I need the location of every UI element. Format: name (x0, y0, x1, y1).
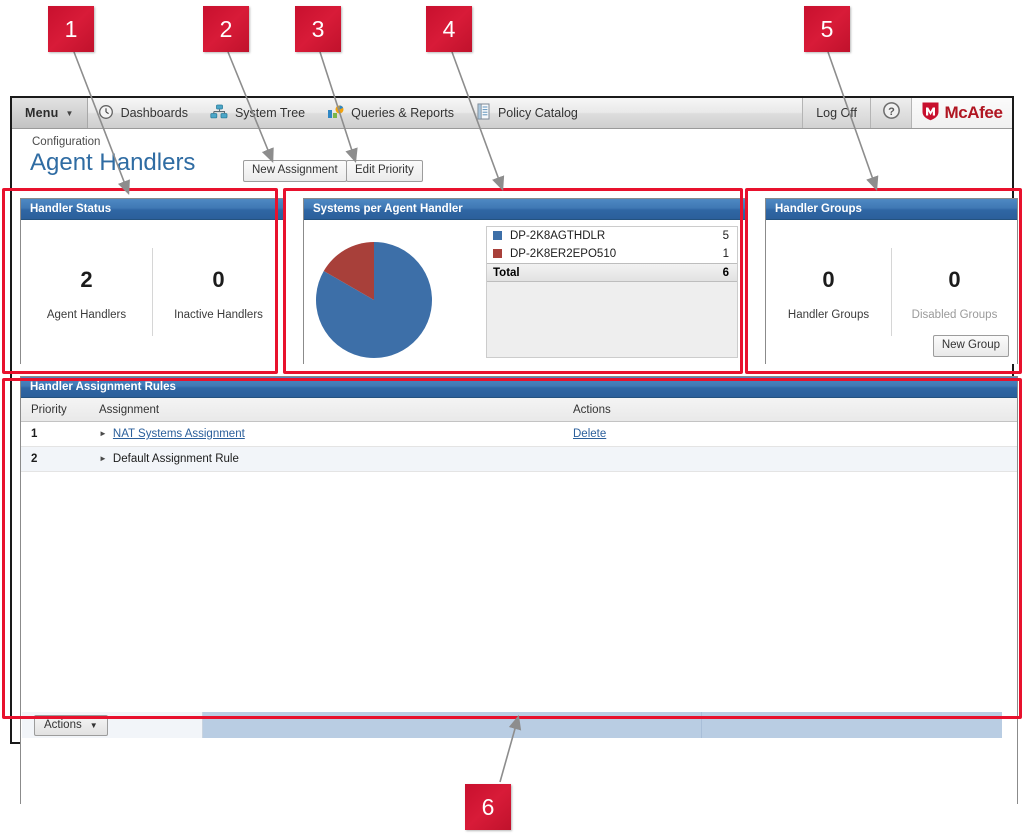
nav-item-policy-catalog[interactable]: Policy Catalog (466, 98, 590, 128)
svg-text:?: ? (888, 106, 895, 118)
menu-button-label: Menu (25, 106, 59, 120)
menu-button[interactable]: Menu ▼ (12, 98, 88, 128)
document-list-icon (476, 103, 491, 123)
callout-highlight-6 (2, 378, 1022, 719)
log-off-button[interactable]: Log Off (802, 98, 870, 128)
callout-highlight-1 (2, 188, 278, 374)
menu-spacer (590, 98, 802, 128)
mcafee-shield-icon (921, 101, 940, 126)
network-tree-icon (210, 104, 228, 123)
top-menu-bar: Menu ▼ Dashboards System Tree Queries & … (12, 98, 1012, 129)
callout-highlight-5 (745, 188, 1022, 374)
nav-item-queries-reports[interactable]: Queries & Reports (317, 98, 466, 128)
badge-number: 1 (64, 15, 78, 42)
badge-number: 3 (311, 15, 325, 42)
log-off-label: Log Off (816, 106, 857, 120)
clock-icon (98, 104, 114, 123)
callout-badge-2: 2 (203, 6, 249, 52)
callout-badge-4: 4 (426, 6, 472, 52)
badge-number: 2 (219, 15, 233, 42)
nav-label: Dashboards (120, 106, 188, 120)
nav-item-dashboards[interactable]: Dashboards (88, 98, 200, 128)
chevron-down-icon: ▼ (65, 108, 74, 118)
page-header: Configuration Agent Handlers New Assignm… (12, 129, 1012, 187)
nav-label: Policy Catalog (497, 106, 578, 120)
chevron-down-icon: ▼ (89, 720, 98, 730)
new-assignment-button[interactable]: New Assignment (243, 160, 347, 182)
callout-highlight-4 (283, 188, 743, 374)
badge-number: 6 (481, 793, 495, 820)
callout-badge-3: 3 (295, 6, 341, 52)
screenshot-root: Menu ▼ Dashboards System Tree Queries & … (0, 0, 1024, 836)
nav-label: Queries & Reports (351, 106, 454, 120)
mcafee-wordmark: McAfee (944, 103, 1003, 122)
callout-badge-5: 5 (804, 6, 850, 52)
nav-label: System Tree (234, 106, 306, 120)
edit-priority-button[interactable]: Edit Priority (346, 160, 423, 182)
help-button[interactable]: ? (870, 98, 911, 128)
bar-chart-icon (327, 104, 344, 123)
page-title: Agent Handlers (30, 149, 196, 176)
actions-label: Actions (44, 718, 82, 731)
badge-number: 4 (442, 15, 456, 42)
badge-number: 5 (820, 15, 834, 42)
question-mark-icon: ? (882, 101, 901, 125)
callout-badge-6: 6 (465, 784, 511, 830)
breadcrumb: Configuration (32, 136, 101, 148)
callout-badge-1: 1 (48, 6, 94, 52)
nav-item-system-tree[interactable]: System Tree (200, 98, 317, 128)
mcafee-brand: McAfee (911, 98, 1012, 128)
